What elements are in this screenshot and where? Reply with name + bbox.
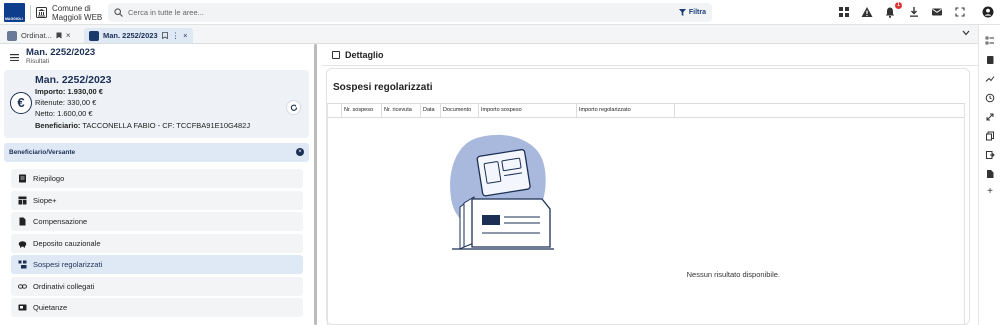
list-view-icon[interactable] (985, 36, 995, 46)
nav-label: Deposito cauzionale (33, 239, 101, 248)
link-icon (18, 282, 27, 291)
copy-icon[interactable] (985, 131, 995, 141)
document-icon (18, 217, 27, 226)
table-header: Nr. sospeso Nr. ricevuta Data Documento … (328, 103, 964, 118)
warning-icon[interactable] (861, 6, 873, 18)
panel-icon (332, 51, 340, 59)
app-tab-icon (7, 30, 17, 41)
mail-icon[interactable] (931, 6, 943, 18)
bell-icon[interactable] (884, 6, 896, 18)
nav-item-compensazione[interactable]: Compensazione (11, 212, 303, 231)
left-panel-header: Man. 2252/2023 Risultati (0, 44, 312, 68)
card-title: Man. 2252/2023 (35, 74, 112, 86)
menu-icon[interactable] (10, 54, 19, 61)
global-search: Filtra (108, 3, 712, 22)
euro-icon: € (10, 92, 32, 114)
section-label: Beneficiario/Versante (9, 149, 76, 156)
empty-message: Nessun risultato disponibile. (686, 270, 780, 279)
filter-button[interactable]: Filtra (678, 7, 706, 18)
empty-state-illustration (446, 133, 560, 261)
beneficiario-line: Beneficiario: TACCONELLA FABIO - CF: TCC… (35, 121, 250, 130)
town-hall-icon (36, 7, 47, 18)
tab-mandato[interactable]: Man. 2252/2023 ⋮ × (84, 28, 193, 43)
top-bar: MAGGIOLI Comune di Maggioli WEB Filtra 1 (0, 0, 1000, 25)
history-icon[interactable] (985, 93, 995, 103)
left-panel-subtitle: Risultati (26, 58, 50, 65)
close-icon[interactable]: × (66, 31, 71, 40)
nav-label: Sospesi regolarizzati (33, 260, 103, 269)
tab-label: Ordinat... (21, 31, 52, 40)
nav-item-quietanze[interactable]: Quietanze (11, 298, 303, 317)
ritenute-value: Ritenute: 330,00 € (35, 98, 97, 107)
left-panel-title: Man. 2252/2023 (26, 47, 96, 58)
more-vert-icon[interactable]: ⋮ (172, 31, 180, 40)
tab-ordinativi[interactable]: Ordinat... × (2, 28, 76, 43)
column-header[interactable]: Nr. ricevuta (382, 104, 421, 117)
logo-text: MAGGIOLI (5, 17, 23, 21)
tab-label: Man. 2252/2023 (103, 31, 158, 40)
notification-badge: 1 (895, 2, 902, 9)
bookmark-outline-icon[interactable] (161, 32, 168, 39)
book-icon[interactable] (985, 55, 995, 65)
sospesi-table: Nr. sospeso Nr. ricevuta Data Documento … (327, 103, 965, 325)
account-icon[interactable] (982, 6, 994, 18)
refresh-icon (290, 104, 298, 112)
netto-value: Netto: 1.600,00 € (35, 109, 93, 118)
section-title: Sospesi regolarizzati (333, 82, 433, 93)
trend-icon[interactable] (985, 74, 995, 84)
column-header-spacer (328, 104, 342, 117)
table-icon (18, 196, 27, 205)
nav-label: Riepilogo (33, 174, 65, 183)
column-header[interactable]: Data (421, 104, 441, 117)
bookmark-icon[interactable] (56, 32, 62, 39)
app-name: Comune di Maggioli WEB (52, 4, 103, 22)
column-header[interactable]: Importo regolarizzato (577, 104, 675, 117)
beneficiario-label: Beneficiario: (35, 121, 81, 130)
receipt-icon (18, 303, 27, 312)
download-icon[interactable] (908, 6, 920, 18)
fullscreen-icon[interactable] (954, 6, 966, 18)
summary-card: € Man. 2252/2023 Importo: 1.930,00 € Rit… (4, 70, 309, 138)
filter-label: Filtra (688, 9, 706, 16)
grid-icon[interactable] (838, 6, 850, 18)
summary-icon (18, 174, 27, 183)
column-header[interactable]: Nr. sospeso (342, 104, 382, 117)
nav-item-ordinativi-collegati[interactable]: Ordinativi collegati (11, 277, 303, 296)
content-panel: Sospesi regolarizzati Nr. sospeso Nr. ri… (326, 68, 970, 325)
close-icon[interactable]: × (183, 31, 187, 40)
section-header-beneficiario[interactable]: Beneficiario/Versante × (4, 143, 309, 162)
nav-item-siope[interactable]: Siope+ (11, 191, 303, 210)
tab-bar: Ordinat... × Man. 2252/2023 ⋮ × (0, 25, 978, 44)
nav-item-riepilogo[interactable]: Riepilogo (11, 169, 303, 188)
detail-header: Dettaglio (322, 44, 978, 66)
nav-label: Ordinativi collegati (33, 282, 95, 291)
beneficiario-value: TACCONELLA FABIO - CF: TCCFBA91E10G482J (82, 121, 251, 130)
importo-value: Importo: 1.930,00 € (35, 87, 103, 96)
column-header[interactable]: Documento (441, 104, 479, 117)
app-tab-icon (89, 30, 99, 41)
reconcile-icon (18, 260, 27, 269)
detail-title: Dettaglio (345, 50, 384, 60)
right-tool-rail: + (978, 25, 1000, 325)
refresh-button[interactable] (286, 100, 301, 115)
close-circle-icon[interactable]: × (296, 148, 304, 156)
search-input[interactable] (128, 5, 648, 20)
filter-icon (678, 9, 686, 16)
chevron-down-icon[interactable] (962, 30, 970, 36)
nav-item-deposito[interactable]: Deposito cauzionale (11, 234, 303, 253)
column-header[interactable]: Importo sospeso (479, 104, 577, 117)
expand-arrows-icon[interactable] (985, 112, 995, 122)
nav-label: Quietanze (33, 303, 68, 312)
nav-label: Siope+ (33, 196, 57, 205)
piggy-bank-icon (18, 239, 27, 248)
search-icon (114, 8, 123, 17)
export-icon[interactable] (985, 150, 995, 160)
add-icon[interactable]: + (985, 187, 995, 197)
nav-label: Compensazione (33, 217, 88, 226)
panel-resize-handle[interactable] (314, 44, 317, 325)
maggioli-logo[interactable]: MAGGIOLI (4, 3, 25, 22)
file-icon[interactable] (985, 169, 995, 179)
nav-item-sospesi-regolarizzati[interactable]: Sospesi regolarizzati (11, 255, 303, 274)
divider (30, 5, 31, 20)
